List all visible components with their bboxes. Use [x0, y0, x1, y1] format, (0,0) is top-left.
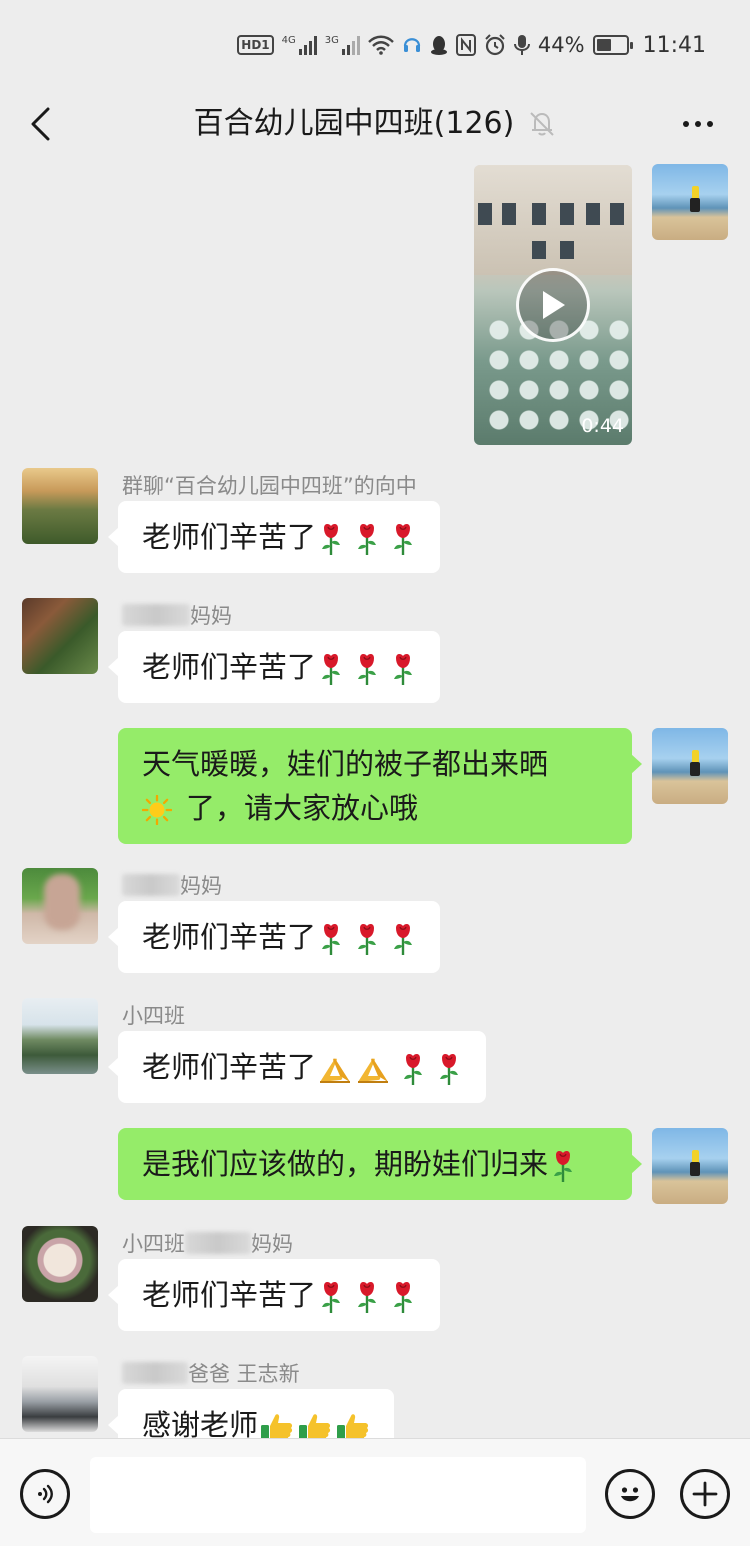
message-text: 老师们辛苦了 [142, 920, 317, 954]
avatar[interactable] [22, 1356, 98, 1432]
message-text: 老师们辛苦了 [142, 520, 317, 554]
own-message-bubble[interactable]: 是我们应该做的，期盼娃们归来 [118, 1128, 642, 1200]
rose-emoji [400, 1052, 426, 1086]
rose-emoji [436, 1052, 462, 1086]
video-duration: 0:44 [581, 415, 624, 437]
message-bubble[interactable]: 感谢老师 [107, 1389, 395, 1438]
message-text: 是我们应该做的，期盼娃们归来 [142, 1147, 549, 1181]
message-text: 老师们辛苦了 [142, 1050, 317, 1084]
avatar[interactable] [22, 998, 98, 1074]
message-bubble[interactable]: 老师们辛苦了 [107, 901, 441, 973]
video-message[interactable]: 0:44 [474, 165, 632, 445]
sender-name: 爸爸 王志新 [122, 1358, 300, 1388]
rose-emoji [354, 922, 380, 956]
message-text: 感谢老师 [142, 1408, 259, 1438]
sender-name: 妈妈 [122, 870, 222, 900]
rose-emoji [390, 652, 416, 686]
own-avatar[interactable] [652, 1128, 728, 1204]
play-button[interactable] [516, 268, 590, 342]
avatar[interactable] [22, 598, 98, 674]
message-bubble[interactable]: 老师们辛苦了 [107, 1259, 441, 1331]
status-icons: HD1 4G 3G 44% 11:41 [237, 30, 706, 60]
hd-icon: HD1 [237, 35, 274, 55]
battery-icon [592, 35, 633, 55]
rose-emoji [354, 1280, 380, 1314]
chat-title: 百合幼儿园中四班(126) [0, 98, 750, 150]
headset-icon [402, 34, 422, 56]
alarm-icon [484, 34, 506, 56]
pray-emoji [318, 1054, 352, 1084]
message-text: 老师们辛苦了 [142, 650, 317, 684]
rose-emoji [390, 922, 416, 956]
input-bar [0, 1438, 750, 1546]
avatar[interactable] [22, 868, 98, 944]
sender-name: 小四班 妈妈 [122, 1232, 293, 1256]
pray-emoji [356, 1054, 390, 1084]
plus-icon [692, 1481, 718, 1507]
sender-name: 群聊“百合幼儿园中四班”的向中 [122, 474, 417, 498]
sender-name: 妈妈 [122, 600, 232, 630]
more-options-button[interactable] [676, 98, 720, 150]
qq-penguin-icon [430, 34, 448, 56]
signal-4g-icon: 4G [282, 35, 317, 55]
avatar[interactable] [22, 1226, 98, 1302]
rose-emoji [318, 522, 344, 556]
rose-emoji [354, 652, 380, 686]
emoji-button[interactable] [605, 1469, 655, 1519]
rose-emoji [354, 522, 380, 556]
chat-title-text: 百合幼儿园中四班(126) [193, 106, 515, 141]
message-text: 天气暖暖，娃们的被子都出来晒 [142, 747, 549, 781]
emoji-icon [621, 1487, 639, 1502]
message-bubble[interactable]: 老师们辛苦了 [107, 501, 441, 573]
rose-emoji [318, 1280, 344, 1314]
clock: 11:41 [642, 32, 706, 58]
wifi-icon [368, 35, 394, 55]
rose-emoji [390, 1280, 416, 1314]
sun-emoji [142, 795, 172, 825]
voice-button[interactable] [20, 1469, 70, 1519]
message-list[interactable]: 0:44 群聊“百合幼儿园中四班”的向中 老师们辛苦了 妈妈 老师们辛苦了 天气… [0, 160, 750, 1438]
play-icon [543, 291, 565, 319]
rose-emoji [550, 1149, 576, 1183]
title-bar: 百合幼儿园中四班(126) [0, 88, 750, 160]
own-avatar[interactable] [652, 164, 728, 240]
voice-icon [38, 1484, 53, 1504]
signal-3g-icon: 3G [325, 35, 360, 55]
plus-button[interactable] [680, 1469, 730, 1519]
status-bar: HD1 4G 3G 44% 11:41 [0, 0, 750, 88]
bell-off-icon [528, 110, 556, 138]
sender-name: 小四班 [122, 1004, 185, 1028]
own-message-bubble[interactable]: 天气暖暖，娃们的被子都出来晒 了，请大家放心哦 [118, 728, 642, 844]
nfc-icon [455, 34, 476, 56]
thumbs-up-emoji [336, 1412, 370, 1438]
thumbs-up-emoji [260, 1412, 294, 1438]
message-bubble[interactable]: 老师们辛苦了 [107, 1031, 487, 1103]
message-text: 老师们辛苦了 [142, 1278, 317, 1312]
message-bubble[interactable]: 老师们辛苦了 [107, 631, 441, 703]
message-input[interactable] [90, 1457, 586, 1533]
microphone-icon [513, 34, 530, 56]
own-avatar[interactable] [652, 728, 728, 804]
rose-emoji [318, 922, 344, 956]
avatar[interactable] [22, 468, 98, 544]
rose-emoji [390, 522, 416, 556]
battery-percent: 44% [537, 33, 585, 57]
thumbs-up-emoji [298, 1412, 332, 1438]
rose-emoji [318, 652, 344, 686]
message-text: 了，请大家放心哦 [186, 791, 419, 825]
more-horizontal-icon [683, 121, 689, 127]
